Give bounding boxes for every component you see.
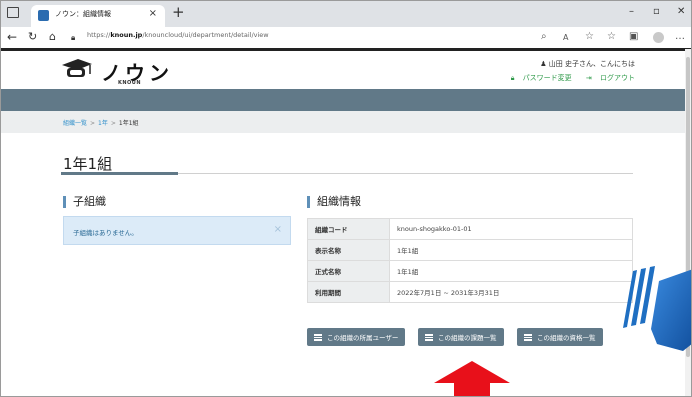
child-orgs-title: 子組織 [63,196,106,208]
breadcrumb-org-list[interactable]: 組織一覧 [63,120,87,127]
list-icon [314,333,322,341]
favorite-add-icon[interactable]: ☆ [585,31,594,42]
url-prefix: https:// [87,31,111,39]
breadcrumb-bar: 組織一覧 >1年 >1年1組 [1,111,691,133]
collections-icon[interactable]: ▣ [629,31,638,42]
logout-icon: ⇥ [585,74,592,82]
minimize-icon[interactable]: – [629,6,634,17]
tab-strip: ノウン：組織情報 × + – ▫ ✕ [1,1,691,27]
favicon-icon [38,10,49,21]
more-icon[interactable]: … [675,31,685,42]
header-links: 🔒︎ パスワード変更 ⇥ ログアウト [499,73,635,83]
title-divider-accent [61,172,178,175]
window-close-icon[interactable]: ✕ [677,6,685,17]
row-key: 表示名称 [307,239,390,261]
tab-actions-icon[interactable] [7,7,19,18]
table-row: 表示名称 1年1組 [307,239,633,261]
org-tasks-label: この組織の課題一覧 [438,334,497,342]
site-header: ノウン KNOUN ♟ 山田 史子さん、こんにちは 🔒︎ パスワード変更 ⇥ ロ… [1,51,691,89]
org-qualifications-label: この組織の資格一覧 [537,334,596,342]
url-domain: knoun.jp [110,31,143,39]
row-value: knoun-shogakko-01-01 [389,218,633,240]
address-bar: ← ↻ ⌂ 🔒︎ https://knoun.jp/knouncloud/ui/… [1,27,691,49]
list-icon [524,333,532,341]
greeting-text: 山田 史子さん、こんにちは [548,60,635,68]
logo-subtext: KNOUN [118,80,142,86]
browser-tab[interactable]: ノウン：組織情報 × [31,5,165,27]
table-row: 組織コード knoun-shogakko-01-01 [307,218,633,240]
logo-icon[interactable] [61,57,93,81]
child-orgs-alert: 子組織はありません。 × [63,216,291,245]
read-aloud-icon[interactable]: A [563,33,568,42]
tab-title: ノウン：組織情報 [55,10,111,18]
breadcrumb: 組織一覧 >1年 >1年1組 [63,118,139,127]
lock-icon[interactable]: 🔒︎ [71,33,75,43]
breadcrumb-separator: > [90,120,96,127]
row-key: 組織コード [307,218,390,240]
alert-message: 子組織はありません。 [73,229,138,237]
url-field[interactable]: https://knoun.jp/knouncloud/ui/departmen… [87,31,269,39]
org-info-table: 組織コード knoun-shogakko-01-01 表示名称 1年1組 正式名称 1… [307,218,633,303]
password-change-link[interactable]: 🔒︎ パスワード変更 [505,74,572,82]
password-change-label: パスワード変更 [522,74,572,82]
tab-close-icon[interactable]: × [149,8,157,19]
breadcrumb-current: 1年1組 [118,120,139,127]
org-tasks-button[interactable]: この組織の課題一覧 [418,328,504,346]
decoration-swoosh-icon [623,266,691,351]
row-key: 利用期間 [307,281,390,303]
org-users-label: この組織の所属ユーザー [327,334,399,342]
table-row: 利用期間 2022年7月1日 ~ 2031年3月31日 [307,281,633,303]
table-row: 正式名称 1年1組 [307,260,633,282]
maximize-icon[interactable]: ▫ [653,6,660,17]
row-value: 2022年7月1日 ~ 2031年3月31日 [389,281,633,303]
breadcrumb-grade[interactable]: 1年 [98,120,108,127]
profile-icon[interactable] [653,32,664,43]
row-value: 1年1組 [389,260,633,282]
key-icon: 🔒︎ [510,74,515,82]
row-value: 1年1組 [389,239,633,261]
nav-bar [1,89,691,111]
org-qualifications-button[interactable]: この組織の資格一覧 [517,328,603,346]
new-tab-icon[interactable]: + [172,3,185,21]
home-icon[interactable]: ⌂ [49,30,56,43]
org-info-title: 組織情報 [307,196,361,208]
alert-close-icon[interactable]: × [274,224,282,235]
user-greeting: ♟ 山田 史子さん、こんにちは [540,59,635,69]
breadcrumb-separator: > [110,120,116,127]
list-icon [425,333,433,341]
row-key: 正式名称 [307,260,390,282]
logout-link[interactable]: ⇥ ログアウト [580,74,635,82]
user-icon: ♟ [540,60,549,68]
logout-label: ログアウト [600,74,635,82]
browser-window: ノウン：組織情報 × + – ▫ ✕ ← ↻ ⌂ 🔒︎ https://knou… [0,0,692,397]
org-users-button[interactable]: この組織の所属ユーザー [307,328,406,346]
back-icon[interactable]: ← [7,30,17,44]
refresh-icon[interactable]: ↻ [28,30,37,43]
url-path: /knouncloud/ui/department/detail/view [142,31,269,39]
search-icon[interactable]: ⌕ [541,31,547,42]
favorites-icon[interactable]: ☆ [607,31,616,42]
page-title: 1年1組 [63,155,113,173]
highlight-arrow-icon [434,361,510,396]
